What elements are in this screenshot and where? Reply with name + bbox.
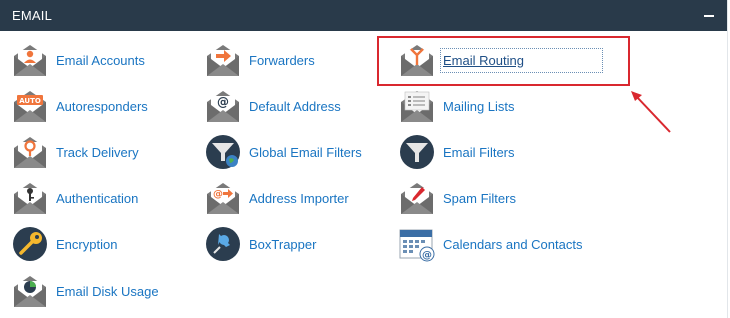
autoresponders-link[interactable]: AUTO Autoresponders	[11, 86, 148, 126]
svg-text:AUTO: AUTO	[19, 97, 41, 105]
email-disk-usage-link[interactable]: Email Disk Usage	[11, 271, 159, 311]
encryption-link[interactable]: Encryption	[11, 224, 117, 264]
email-accounts-label: Email Accounts	[56, 52, 145, 68]
svg-text:@: @	[217, 95, 229, 109]
panel-header[interactable]: EMAIL	[0, 0, 727, 31]
key-circle-icon	[13, 227, 47, 261]
funnel-globe-icon	[206, 135, 240, 169]
calendars-contacts-label: Calendars and Contacts	[443, 236, 583, 252]
envelope-pen-icon	[401, 183, 433, 214]
envelope-arrow-icon	[207, 45, 239, 76]
encryption-label: Encryption	[56, 236, 118, 252]
autoresponders-label: Autoresponders	[56, 98, 148, 114]
calendar-at-icon: @	[399, 229, 435, 262]
minus-icon[interactable]	[704, 14, 714, 17]
funnel-icon	[400, 135, 434, 169]
annotation-arrow-icon	[631, 91, 671, 133]
svg-text:@: @	[213, 189, 223, 200]
email-disk-usage-label: Email Disk Usage	[56, 283, 159, 299]
spam-filters-link[interactable]: Spam Filters	[398, 178, 516, 218]
envelope-pin-icon	[14, 137, 46, 168]
calendars-contacts-link[interactable]: @ Calendars and Contacts	[398, 224, 582, 264]
envelope-key-icon	[14, 183, 46, 214]
panel-title: EMAIL	[12, 8, 53, 23]
envelope-auto-icon: AUTO	[14, 91, 46, 122]
default-address-link[interactable]: @ Default Address	[204, 86, 341, 126]
envelope-person-icon	[14, 45, 46, 76]
address-importer-label: Address Importer	[249, 190, 349, 206]
address-importer-link[interactable]: @ Address Importer	[204, 178, 349, 218]
track-delivery-link[interactable]: Track Delivery	[11, 132, 139, 172]
default-address-label: Default Address	[249, 98, 341, 114]
track-delivery-label: Track Delivery	[56, 144, 139, 160]
boxtrapper-link[interactable]: BoxTrapper	[204, 224, 316, 264]
highlight-box	[377, 36, 630, 86]
pushpin-circle-icon	[206, 227, 240, 261]
global-email-filters-link[interactable]: Global Email Filters	[204, 132, 362, 172]
authentication-link[interactable]: Authentication	[11, 178, 138, 218]
envelope-pie-icon	[14, 276, 46, 307]
email-filters-label: Email Filters	[443, 144, 515, 160]
envelope-import-icon: @	[207, 183, 239, 214]
email-panel: EMAIL Email Accounts AUTO Autoresponders…	[0, 0, 728, 318]
forwarders-label: Forwarders	[249, 52, 315, 68]
boxtrapper-label: BoxTrapper	[249, 236, 317, 252]
mailing-lists-label: Mailing Lists	[443, 98, 515, 114]
mailing-lists-link[interactable]: Mailing Lists	[398, 86, 515, 126]
forwarders-link[interactable]: Forwarders	[204, 40, 315, 80]
global-email-filters-label: Global Email Filters	[249, 144, 362, 160]
email-filters-link[interactable]: Email Filters	[398, 132, 515, 172]
envelope-list-icon	[401, 91, 433, 122]
envelope-at-icon: @	[207, 91, 239, 122]
email-accounts-link[interactable]: Email Accounts	[11, 40, 145, 80]
svg-text:@: @	[422, 250, 432, 261]
authentication-label: Authentication	[56, 190, 139, 206]
spam-filters-label: Spam Filters	[443, 190, 516, 206]
